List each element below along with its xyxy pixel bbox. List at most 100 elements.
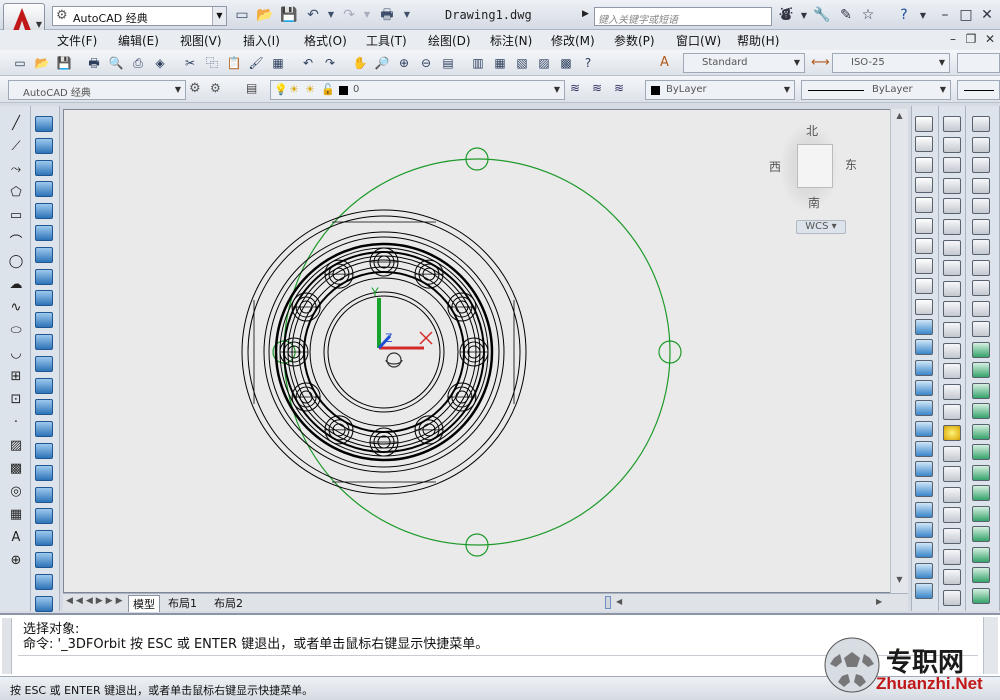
copy-icon[interactable]: ⿻ <box>202 53 222 73</box>
save-icon[interactable]: 💾 <box>280 7 298 23</box>
layer-state-icon[interactable]: ≋ <box>614 81 632 99</box>
extrude-icon[interactable] <box>915 319 933 335</box>
ellipse-arc-icon[interactable]: ◡ <box>6 346 26 364</box>
search-input[interactable]: 键入关键字或短语 <box>594 7 772 26</box>
planar-surface-icon[interactable] <box>915 298 933 315</box>
3d-align-icon[interactable] <box>915 522 933 538</box>
scroll-right-icon[interactable]: ▶ <box>876 597 882 606</box>
subtract-icon[interactable] <box>915 440 933 457</box>
sphere-icon[interactable] <box>915 197 933 214</box>
cylinder-icon[interactable] <box>915 217 933 234</box>
bottom-view-icon[interactable] <box>972 136 990 153</box>
intersect-3d-icon[interactable] <box>943 404 961 421</box>
materials-icon[interactable] <box>972 526 990 542</box>
viewcube[interactable]: 北 西 东 南 WCS ▾ <box>769 122 857 234</box>
revolve-3d-icon[interactable] <box>943 301 961 318</box>
menu-item-6[interactable]: 绘图(D) <box>428 32 471 49</box>
make-block-icon[interactable]: ⊡ <box>6 392 26 410</box>
3d-array-icon[interactable] <box>915 542 933 559</box>
binoculars-icon[interactable]: ⛇ <box>776 7 796 24</box>
open-icon[interactable]: 📂 <box>32 53 52 73</box>
zoom-icon[interactable] <box>972 403 990 419</box>
revolve-icon[interactable] <box>915 379 933 396</box>
menu-item-11[interactable]: 帮助(H) <box>737 32 779 49</box>
tile-icon[interactable] <box>972 485 990 501</box>
trim-icon[interactable] <box>35 312 53 329</box>
new-file-icon[interactable]: ▭ <box>233 7 251 23</box>
menu-item-10[interactable]: 窗口(W) <box>676 32 721 49</box>
copy-edges-icon[interactable] <box>943 548 961 565</box>
chevron-down-icon[interactable]: ▼ <box>794 7 814 24</box>
back-view-icon[interactable] <box>972 218 990 235</box>
polyline-icon[interactable]: ⤳ <box>6 162 26 180</box>
help-icon[interactable]: ? <box>894 7 914 24</box>
dim-style-combo[interactable]: ISO-25 ▼ <box>832 53 950 73</box>
zoom-window-icon[interactable]: ⊕ <box>394 53 414 73</box>
render-icon[interactable] <box>972 505 990 522</box>
menu-item-7[interactable]: 标注(N) <box>490 32 532 49</box>
box-3d-icon[interactable] <box>943 116 961 132</box>
flatshot-icon[interactable] <box>915 582 933 599</box>
menu-item-9[interactable]: 参数(P) <box>614 32 655 49</box>
walk-icon[interactable] <box>972 423 990 440</box>
multiline-text-icon[interactable]: A <box>6 530 26 548</box>
top-view-icon[interactable] <box>972 116 990 132</box>
cut-icon[interactable]: ✂ <box>180 53 200 73</box>
sweep-icon[interactable] <box>35 595 53 612</box>
drawing-canvas[interactable]: Y Z 北 西 东 南 WCS ▾ <box>63 109 891 593</box>
extrude-icon[interactable] <box>35 552 53 568</box>
lineweight-combo[interactable] <box>957 80 1000 100</box>
continuous-orbit-icon[interactable] <box>972 382 990 399</box>
mirror-icon[interactable] <box>35 159 53 176</box>
text-style-combo[interactable]: Standard ▼ <box>683 53 805 73</box>
save-icon[interactable]: 💾 <box>54 53 74 73</box>
revision-cloud-icon[interactable]: ☁ <box>6 277 26 295</box>
favorites-star-icon[interactable]: ☆ <box>858 7 878 24</box>
fly-icon[interactable] <box>972 444 990 460</box>
tab-layout2[interactable]: 布局2 <box>214 595 243 611</box>
offset-icon[interactable] <box>35 181 53 198</box>
command-window-grip[interactable] <box>2 618 12 674</box>
line-icon[interactable]: ╱ <box>6 116 26 134</box>
sweep-icon[interactable] <box>915 359 933 376</box>
doc-close-icon[interactable]: ✕ <box>982 31 998 47</box>
orbit-icon[interactable] <box>972 341 990 358</box>
intersect-icon[interactable] <box>915 461 933 478</box>
presspull-icon[interactable] <box>35 573 53 590</box>
subtract-icon[interactable] <box>35 508 53 525</box>
polygon-icon[interactable]: ⬠ <box>6 185 26 203</box>
chevron-down-icon[interactable]: ▼ <box>358 7 376 23</box>
plot-icon[interactable]: 🖶 <box>84 53 104 73</box>
undo-icon[interactable]: ↶ <box>298 53 318 73</box>
workspace-combo[interactable]: AutoCAD 经典 ▼ <box>8 80 186 100</box>
pyramid-3d-icon[interactable] <box>943 260 961 277</box>
play-arrow-icon[interactable]: ▶ <box>582 9 589 19</box>
3d-move-icon[interactable] <box>915 481 933 498</box>
new-icon[interactable]: ▭ <box>10 53 30 73</box>
horizontal-scroll-thumb[interactable] <box>605 596 611 609</box>
camera-icon[interactable] <box>972 321 990 337</box>
color-edges-icon[interactable] <box>943 528 961 544</box>
doc-restore-icon[interactable]: ❐ <box>963 31 979 47</box>
redo-icon[interactable]: ↷ <box>340 7 358 23</box>
publish-icon[interactable]: ⎙ <box>128 53 148 73</box>
point-icon[interactable]: · <box>6 415 26 433</box>
add-selected-icon[interactable]: ⊕ <box>6 553 26 571</box>
free-orbit-icon[interactable] <box>972 362 990 378</box>
visual-style-icon[interactable] <box>972 567 990 583</box>
union-icon[interactable] <box>915 420 933 437</box>
fillet-icon[interactable] <box>35 443 53 459</box>
tab-navigation-arrows[interactable]: ◀◀◀▶▶▶ <box>66 596 126 606</box>
menu-item-3[interactable]: 插入(I) <box>243 32 280 49</box>
tab-layout1[interactable]: 布局1 <box>168 595 197 611</box>
align-faces-icon[interactable] <box>972 464 990 481</box>
sweep-3d-icon[interactable] <box>943 342 961 359</box>
extrude-faces-icon[interactable] <box>943 569 961 586</box>
toolbar-options-icon[interactable]: ⚙ <box>210 81 228 99</box>
scale-icon[interactable] <box>35 268 53 285</box>
cube-icon[interactable] <box>943 136 961 153</box>
minimize-window-icon[interactable]: – <box>935 7 955 24</box>
offset-faces-icon[interactable] <box>943 589 961 606</box>
paste-icon[interactable]: 📋 <box>224 53 244 73</box>
menu-item-5[interactable]: 工具(T) <box>366 32 407 49</box>
